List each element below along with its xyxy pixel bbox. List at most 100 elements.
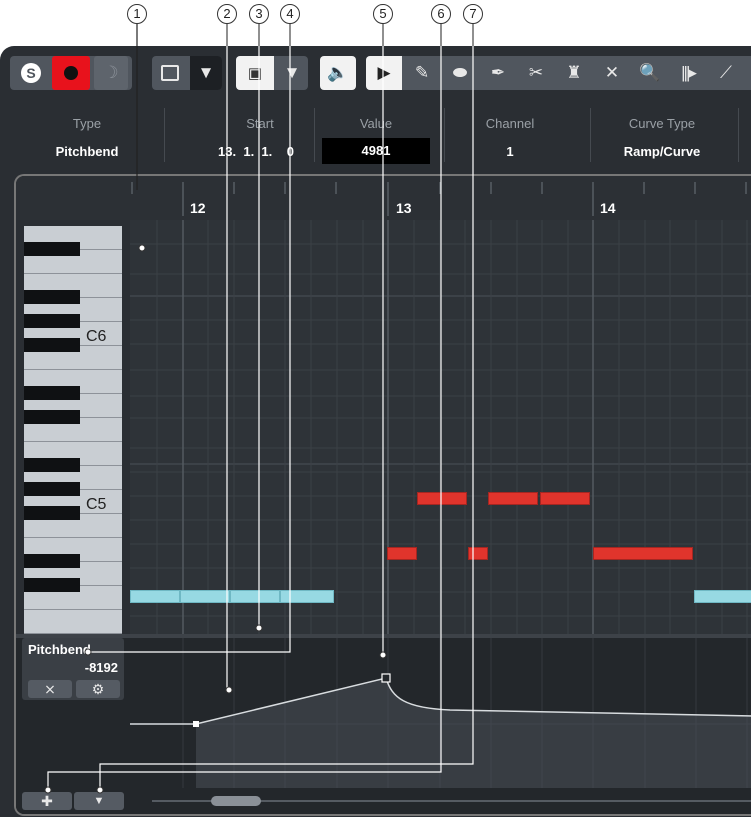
curve-type-label: Curve Type bbox=[628, 116, 696, 131]
arrow-icon: ▶ bbox=[377, 63, 391, 82]
trim-tool[interactable]: ✒ bbox=[480, 56, 516, 90]
separator bbox=[738, 108, 739, 162]
acoustic-feedback-button[interactable]: 🔈 bbox=[320, 56, 356, 90]
mute-x-icon: ✕ bbox=[604, 63, 620, 82]
ruler[interactable]: 12 13 14 bbox=[16, 176, 751, 221]
note[interactable] bbox=[180, 590, 230, 603]
controller-lane-setup-button[interactable]: ⨯ bbox=[28, 680, 72, 698]
autoscroll-dropdown[interactable]: ▼ bbox=[190, 56, 222, 90]
draw-tool[interactable]: ✎ bbox=[404, 56, 440, 90]
black-key[interactable] bbox=[24, 386, 80, 400]
note[interactable] bbox=[130, 590, 180, 603]
separator bbox=[590, 108, 591, 162]
solo-icon: S bbox=[21, 63, 41, 83]
controller-lane-inspector: Pitchbend -8192 ⨯ ⚙ bbox=[22, 638, 124, 700]
editor-bottom-bar: ✚ ▼ bbox=[16, 788, 751, 814]
controller-curve[interactable] bbox=[130, 638, 751, 788]
key-editor-window: S ☽ ▼ ▣ ▼ 🔈 ▶ ✎ ⬬ ✒ ✂ ♜ ✕ 🔍 |||▸ ⟋ Type … bbox=[0, 46, 751, 817]
note[interactable] bbox=[468, 547, 488, 560]
black-key[interactable] bbox=[24, 338, 80, 352]
black-key[interactable] bbox=[24, 578, 80, 592]
zoom-tool[interactable]: 🔍 bbox=[632, 56, 668, 90]
type-value[interactable]: Pitchbend bbox=[40, 144, 134, 159]
dropdown-icon: ▼ bbox=[93, 795, 105, 807]
note-display[interactable] bbox=[130, 220, 751, 634]
gear-icon: ⚙ bbox=[91, 680, 105, 697]
toolbar-group-state: S ☽ bbox=[10, 56, 132, 90]
black-key[interactable] bbox=[24, 242, 80, 256]
note[interactable] bbox=[593, 547, 693, 560]
object-selection-tool[interactable]: ▶ bbox=[366, 56, 402, 90]
autoscroll-icon bbox=[161, 65, 179, 81]
autoscroll-button[interactable] bbox=[152, 56, 188, 90]
separator bbox=[314, 108, 315, 162]
ruler-ticks bbox=[131, 182, 747, 216]
snap-button[interactable]: ▣ bbox=[236, 56, 274, 90]
dropdown-icon: ▼ bbox=[283, 63, 301, 82]
note[interactable] bbox=[280, 590, 334, 603]
start-value[interactable]: 13. 1. 1. 0 bbox=[196, 144, 316, 159]
curve-type-value[interactable]: Ramp/Curve bbox=[600, 144, 724, 159]
note[interactable] bbox=[230, 590, 280, 603]
note[interactable] bbox=[694, 590, 751, 603]
note[interactable] bbox=[417, 492, 467, 505]
note[interactable] bbox=[488, 492, 538, 505]
split-tool[interactable]: ✂ bbox=[518, 56, 554, 90]
speaker-icon: 🔈 bbox=[327, 63, 349, 82]
pencil-icon: ✎ bbox=[414, 63, 430, 82]
ruler-bar-12: 12 bbox=[190, 200, 206, 216]
type-label: Type bbox=[72, 116, 102, 131]
toolbar-group-tools: ▶ ✎ ⬬ ✒ ✂ ♜ ✕ 🔍 |||▸ ⟋ bbox=[366, 56, 751, 90]
piano-keyboard[interactable]: C6 C5 C4 bbox=[16, 220, 130, 669]
toolbar-group-audition: 🔈 bbox=[320, 56, 356, 90]
record-button[interactable] bbox=[52, 56, 90, 90]
callout-3: 3 bbox=[249, 4, 269, 24]
callout-7: 7 bbox=[463, 4, 483, 24]
note[interactable] bbox=[387, 547, 417, 560]
pen-icon: ✒ bbox=[490, 63, 506, 82]
controller-lane: Pitchbend -8192 ⨯ ⚙ bbox=[16, 638, 751, 788]
scissors-icon: ✂ bbox=[528, 63, 544, 82]
white-key[interactable] bbox=[24, 610, 122, 634]
moon-icon: ☽ bbox=[103, 63, 119, 82]
controller-name[interactable]: Pitchbend bbox=[28, 642, 91, 657]
collapse-icon: ⨯ bbox=[44, 680, 56, 697]
black-key[interactable] bbox=[24, 410, 80, 424]
black-key[interactable] bbox=[24, 482, 80, 496]
value-field[interactable]: 4981 bbox=[322, 138, 430, 164]
black-key[interactable] bbox=[24, 314, 80, 328]
callout-5: 5 bbox=[373, 4, 393, 24]
solo-button[interactable]: S bbox=[14, 56, 48, 90]
snap-dropdown[interactable]: ▼ bbox=[276, 56, 308, 90]
eraser-icon: ⬬ bbox=[452, 63, 468, 82]
black-key[interactable] bbox=[24, 554, 80, 568]
snap-icon: ▣ bbox=[247, 65, 263, 82]
glue-icon: ♜ bbox=[566, 63, 582, 82]
callout-6: 6 bbox=[431, 4, 451, 24]
channel-value[interactable]: 1 bbox=[460, 144, 560, 159]
ruler-bar-13: 13 bbox=[396, 200, 412, 216]
dropdown-icon: ▼ bbox=[197, 63, 215, 82]
controller-value: -8192 bbox=[84, 660, 118, 675]
quantize-icon: |||▸ bbox=[681, 63, 697, 82]
erase-tool[interactable]: ⬬ bbox=[442, 56, 478, 90]
monitor-button[interactable]: ☽ bbox=[94, 56, 128, 90]
mute-tool[interactable]: ✕ bbox=[594, 56, 630, 90]
line-tool[interactable]: ⟋ bbox=[708, 56, 744, 90]
glue-tool[interactable]: ♜ bbox=[556, 56, 592, 90]
record-icon bbox=[64, 66, 78, 80]
horizontal-scrollbar-thumb[interactable] bbox=[211, 796, 261, 806]
black-key[interactable] bbox=[24, 290, 80, 304]
quantize-tool[interactable]: |||▸ bbox=[670, 56, 706, 90]
separator bbox=[164, 108, 165, 162]
add-controller-lane-button[interactable]: ✚ bbox=[22, 792, 72, 810]
black-key[interactable] bbox=[24, 458, 80, 472]
callout-4: 4 bbox=[280, 4, 300, 24]
callout-1: 1 bbox=[127, 4, 147, 24]
controller-settings-button[interactable]: ⚙ bbox=[76, 680, 120, 698]
note[interactable] bbox=[540, 492, 590, 505]
controller-lane-presets-dropdown[interactable]: ▼ bbox=[74, 792, 124, 810]
black-key[interactable] bbox=[24, 506, 80, 520]
separator bbox=[444, 108, 445, 162]
key-editor-display: 12 13 14 C6 C5 Pitchbend -8192 ⨯ ⚙ ✚ ▼ bbox=[14, 174, 751, 816]
